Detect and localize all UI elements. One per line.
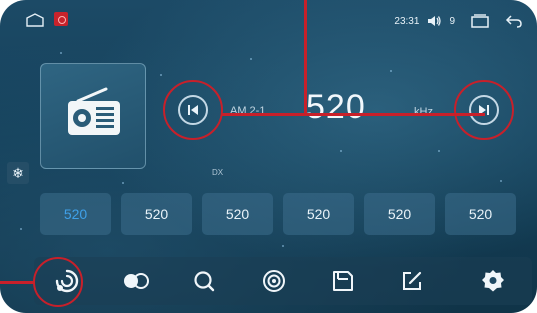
frequency-display: 520: [306, 88, 366, 126]
settings-button[interactable]: [473, 257, 513, 305]
preset-button[interactable]: 520: [364, 193, 435, 235]
head-unit-screen: 23:31 9 ❄ AM 2-1 520 kHz DX 520 520 520 …: [0, 0, 537, 313]
preset-button[interactable]: 520: [40, 193, 111, 235]
background-speck: [122, 182, 124, 184]
search-button[interactable]: [184, 257, 224, 305]
toggle-icon: [124, 273, 149, 289]
annotation-circle-prev: [163, 80, 223, 140]
background-speck: [438, 150, 440, 152]
status-bar: 23:31 9: [394, 12, 523, 30]
dx-indicator: DX: [212, 168, 224, 177]
radio-icon: [68, 87, 120, 135]
annotation-circle-scan: [33, 257, 83, 307]
snowflake-icon[interactable]: ❄: [7, 162, 29, 184]
recent-apps-icon[interactable]: [471, 14, 489, 28]
preset-button[interactable]: 520: [121, 193, 192, 235]
preset-button[interactable]: 520: [202, 193, 273, 235]
background-speck: [60, 52, 62, 54]
background-speck: [340, 150, 342, 152]
stereo-toggle-button[interactable]: [116, 257, 156, 305]
preset-button[interactable]: 520: [283, 193, 354, 235]
annotation-line: [221, 113, 485, 116]
search-icon: [194, 271, 215, 292]
annotation-circle-next: [454, 80, 514, 140]
home-icon[interactable]: [26, 13, 44, 27]
preset-button[interactable]: 520: [445, 193, 516, 235]
annotation-line: [304, 0, 307, 115]
radio-app-badge[interactable]: [54, 12, 68, 26]
broadcast-icon: [263, 270, 285, 292]
bottom-toolbar: [34, 257, 532, 305]
settings-icon: [482, 270, 504, 292]
background-speck: [500, 180, 502, 182]
save-button[interactable]: [323, 257, 363, 305]
background-speck: [250, 58, 252, 60]
back-icon[interactable]: [505, 14, 523, 28]
volume-icon[interactable]: [427, 15, 442, 27]
frequency-unit: kHz: [414, 106, 433, 118]
edit-icon: [403, 271, 422, 290]
save-icon: [333, 271, 353, 291]
clock: 23:31: [394, 15, 420, 27]
radio-artwork: [40, 63, 146, 169]
annotation-line: [0, 281, 34, 284]
background-speck: [20, 228, 22, 230]
broadcast-button[interactable]: [254, 257, 294, 305]
background-speck: [160, 74, 162, 76]
edit-button[interactable]: [392, 257, 432, 305]
background-speck: [282, 245, 284, 247]
background-speck: [390, 70, 392, 72]
volume-level: 9: [449, 15, 455, 27]
